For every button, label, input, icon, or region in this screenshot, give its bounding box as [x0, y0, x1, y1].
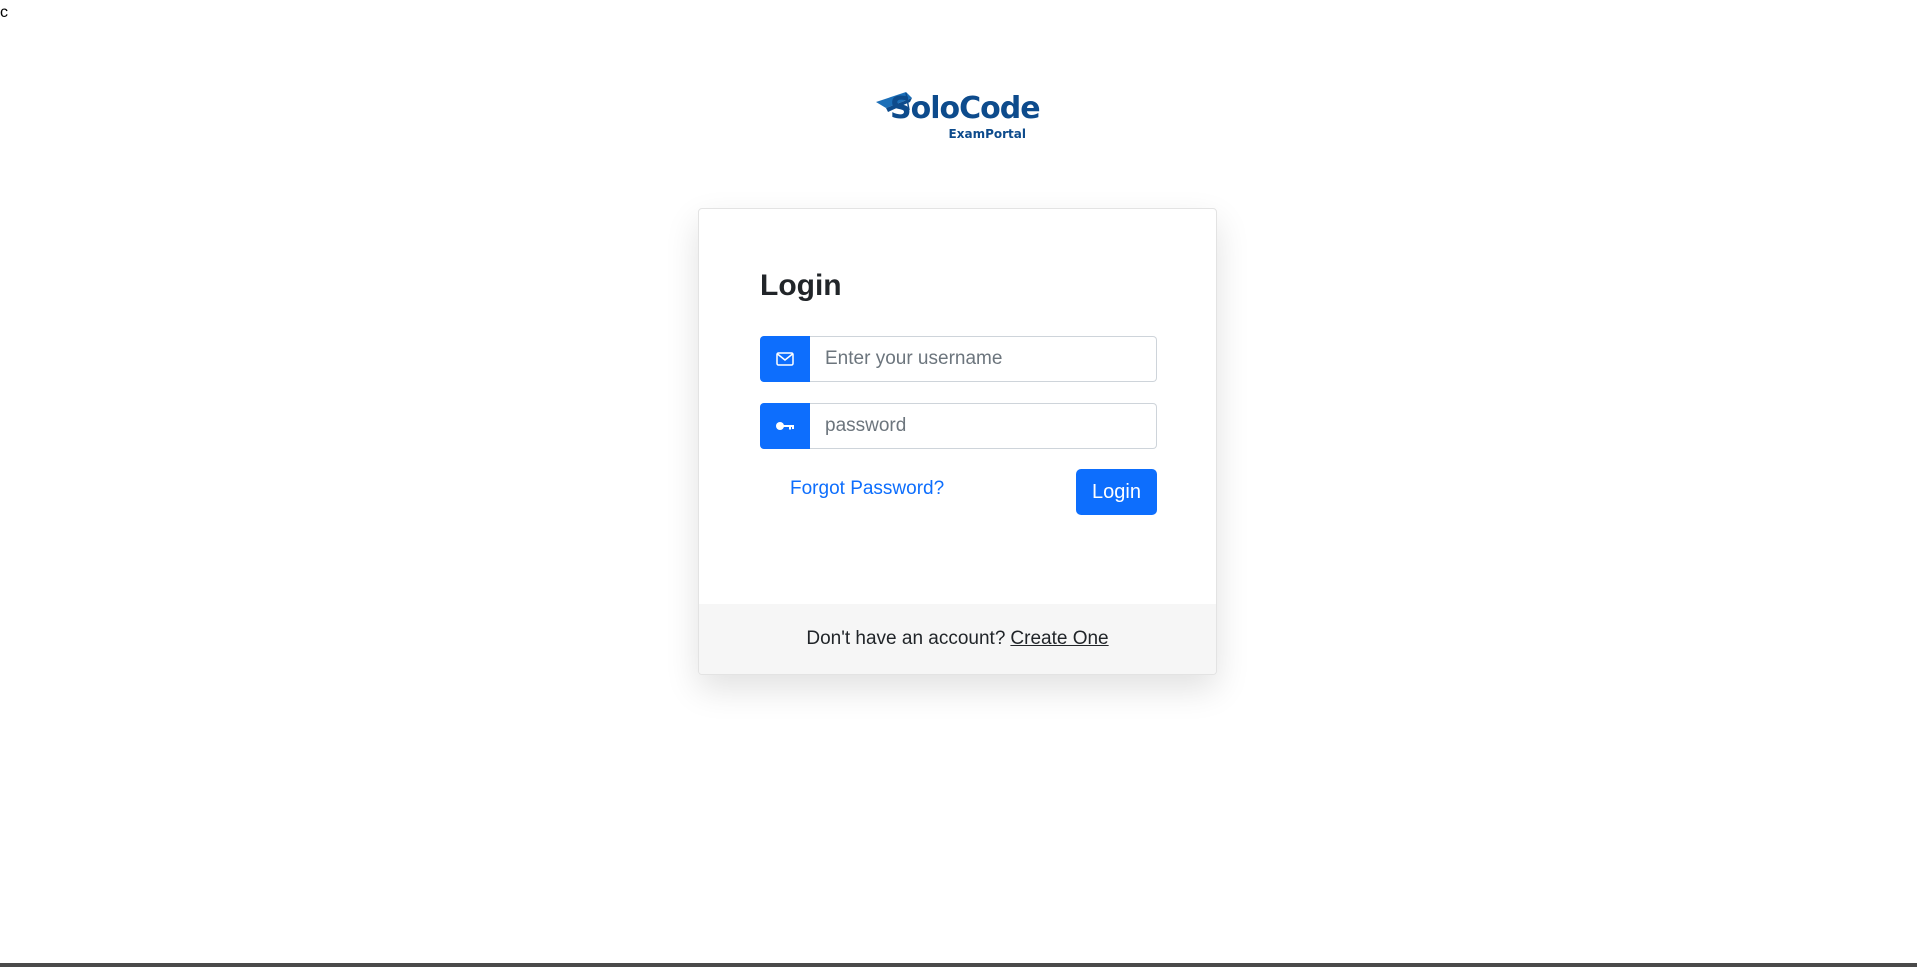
login-title: Login [760, 269, 842, 302]
login-page: c SoloCode ExamPortal Login Enter your u… [0, 0, 1917, 967]
bottom-bar [0, 963, 1917, 967]
key-icon [760, 403, 810, 449]
footer-text: Don't have an account? [806, 628, 1006, 649]
login-button[interactable]: Login [1076, 469, 1157, 515]
password-input[interactable] [810, 403, 1157, 449]
logo-subtitle: ExamPortal [948, 127, 1026, 141]
stray-text: c [0, 4, 8, 21]
logo-name: SoloCode [890, 91, 1041, 126]
username-group [760, 336, 1157, 382]
app-logo: SoloCode ExamPortal [874, 88, 1041, 148]
create-account-link[interactable]: Create One [1010, 628, 1108, 650]
password-group [760, 403, 1157, 449]
card-footer: Don't have an account? Create One [699, 604, 1216, 674]
login-card: Login Forgot Password? L [698, 208, 1217, 675]
forgot-password-link[interactable]: Forgot Password? [790, 478, 944, 500]
envelope-icon [760, 336, 810, 382]
username-input[interactable] [810, 336, 1157, 382]
